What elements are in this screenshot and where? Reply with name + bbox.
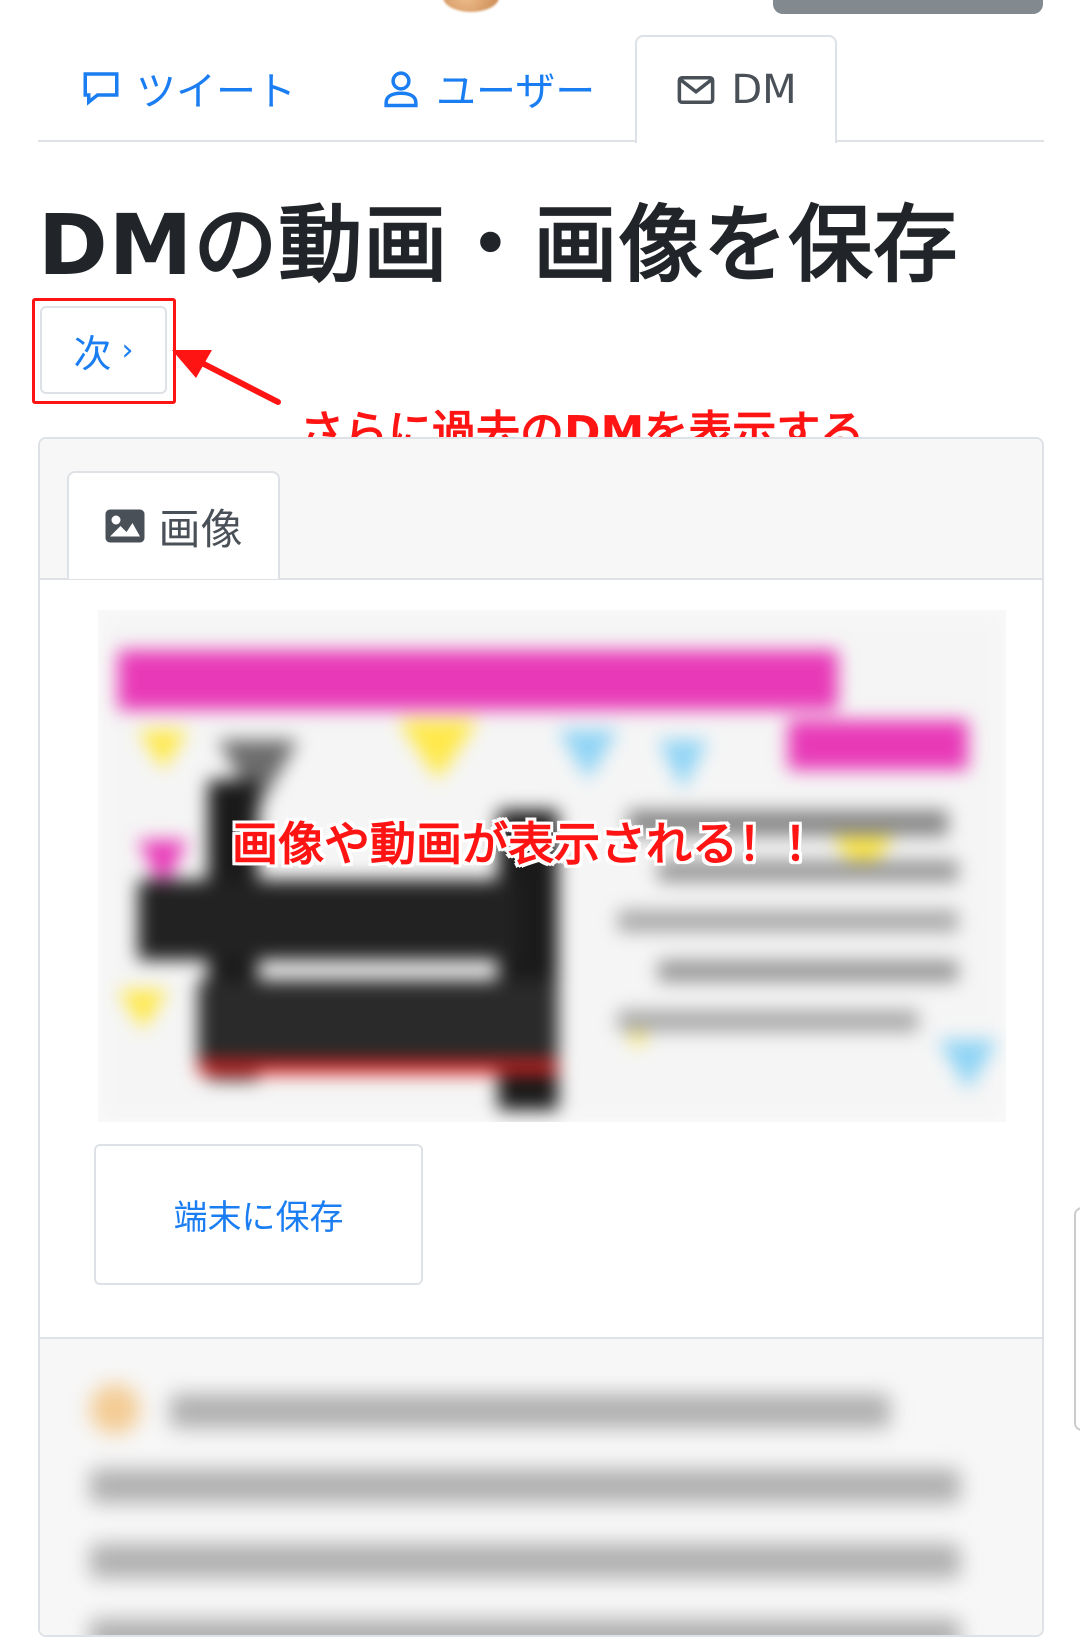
tab-user[interactable]: ユーザー <box>380 35 595 140</box>
next-highlight-box <box>32 298 176 404</box>
chat-bubble-icon <box>83 71 119 106</box>
page-title: DMの動画・画像を保存 <box>38 196 959 294</box>
annotation-arrow-icon <box>172 350 281 405</box>
tab-label: ツイート <box>136 68 296 115</box>
image-icon <box>105 509 145 543</box>
scroll-handle[interactable] <box>1074 1207 1080 1431</box>
media-card: 画像 端末に保存 <box>38 437 1044 1637</box>
tab-image[interactable]: 画像 <box>67 471 280 579</box>
avatar <box>443 0 499 12</box>
annotation-media: 画像や動画が表示される！！ <box>232 817 830 871</box>
tab-tweet[interactable]: ツイート <box>80 35 296 140</box>
tab-dm[interactable]: DM <box>635 35 837 146</box>
save-to-device-button[interactable]: 端末に保存 <box>94 1144 423 1285</box>
card-header: 画像 <box>40 439 1042 580</box>
tab-label: DM <box>731 67 797 113</box>
nav-tabs: ツイート ユーザー DM <box>38 35 1044 146</box>
dm-message <box>40 1337 1042 1635</box>
card-tab-label: 画像 <box>158 504 243 554</box>
envelope-icon <box>677 76 715 104</box>
user-icon <box>384 70 418 107</box>
top-button[interactable] <box>773 0 1043 14</box>
blurred-message <box>80 1359 980 1635</box>
tab-label: ユーザー <box>436 68 596 115</box>
